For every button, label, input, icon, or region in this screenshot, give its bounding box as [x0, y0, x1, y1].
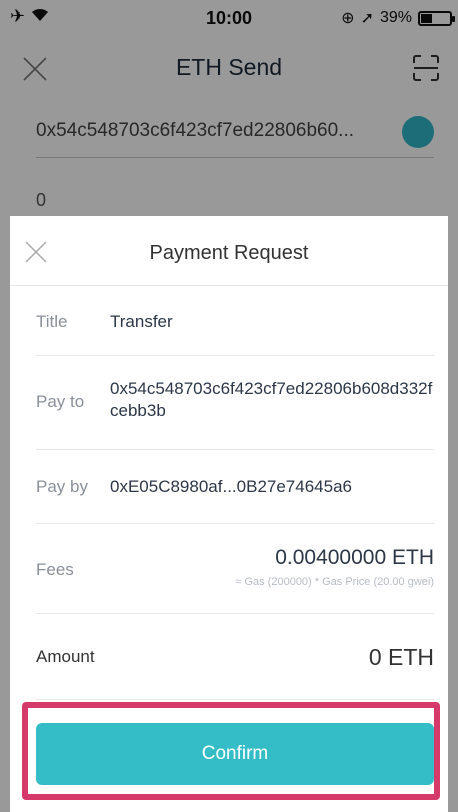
title-row: Title Transfer: [36, 286, 434, 356]
pay-by-row: Pay by 0xE05C8980af...0B27e74645a6: [36, 450, 434, 524]
pay-to-value: 0x54c548703c6f423cf7ed22806b608d332fcebb…: [110, 379, 433, 420]
confirm-button[interactable]: Confirm: [36, 723, 434, 785]
amount-label: Amount: [36, 647, 95, 666]
title-value: Transfer: [110, 312, 173, 331]
pay-by-label: Pay by: [36, 477, 88, 496]
amount-row: Amount 0 ETH: [36, 614, 434, 700]
pay-to-label: Pay to: [36, 392, 85, 411]
fees-detail: ≈ Gas (200000) * Gas Price (20.00 gwei): [235, 576, 434, 588]
fees-value: 0.00400000 ETH: [275, 546, 434, 569]
pay-to-row: Pay to 0x54c548703c6f423cf7ed22806b608d3…: [36, 356, 434, 450]
amount-value: 0 ETH: [368, 644, 434, 670]
fees-row: Fees 0.00400000 ETH ≈ Gas (200000) * Gas…: [36, 524, 434, 614]
sheet-header: Payment Request: [10, 216, 448, 286]
fees-label: Fees: [36, 560, 74, 579]
sheet-title: Payment Request: [149, 242, 309, 264]
pay-by-value: 0xE05C8980af...0B27e74645a6: [110, 477, 352, 496]
title-label: Title: [36, 312, 68, 331]
